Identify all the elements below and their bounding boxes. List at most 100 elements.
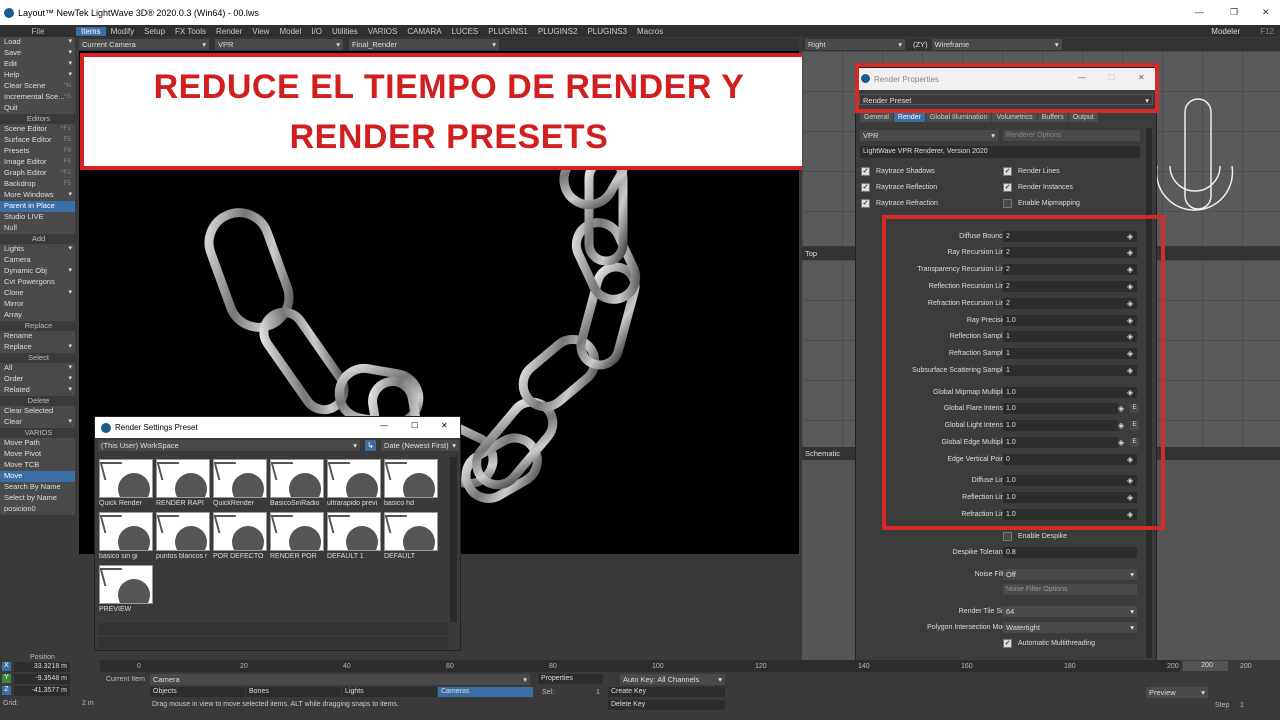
toolbar-button[interactable]: Surface Editor F5: [0, 135, 75, 146]
preset-thumbnail[interactable]: [384, 459, 438, 498]
toolbar-button[interactable]: Camera: [0, 255, 75, 266]
toolbar-button[interactable]: Dynamic Obj ▾: [0, 266, 75, 277]
toolbar-button[interactable]: All ▾: [0, 363, 75, 374]
lights-button[interactable]: Lights: [342, 687, 437, 697]
toolbar-button[interactable]: More Windows ▾: [0, 190, 75, 201]
toolbar-button[interactable]: Move Path: [0, 438, 75, 449]
renderer-options-button[interactable]: Renderer Options: [1003, 130, 1140, 141]
preset-thumbnail[interactable]: [213, 512, 267, 551]
modeler-button[interactable]: Modeler: [1211, 27, 1240, 36]
checkbox[interactable]: ✓: [861, 199, 870, 208]
preset-dropdown[interactable]: Final_Render: [349, 39, 499, 50]
renderer-dropdown[interactable]: VPR: [860, 130, 998, 141]
render-tab[interactable]: Render: [893, 113, 925, 122]
current-frame[interactable]: 200: [1183, 661, 1228, 671]
polygon-intersection-field[interactable]: Watertight: [1003, 622, 1137, 633]
timeline-track[interactable]: [100, 660, 1180, 672]
render-tab[interactable]: Volumetrics: [992, 113, 1037, 122]
checkbox-row[interactable]: ✓ Render Lines: [1003, 165, 1143, 179]
toolbar-button[interactable]: Move TCB: [0, 460, 75, 471]
toolbar-button[interactable]: Quit: [0, 103, 75, 114]
toolbar-button[interactable]: Clone ▾: [0, 288, 75, 299]
checkbox[interactable]: [1003, 532, 1012, 541]
toolbar-button[interactable]: Load ▾: [0, 37, 75, 48]
enable-despike-row[interactable]: Enable Despike: [1003, 530, 1143, 544]
menu-tab[interactable]: FX Tools: [170, 27, 211, 36]
toolbar-button[interactable]: Edit ▾: [0, 59, 75, 70]
despike-tolerance-field[interactable]: 0.8: [1003, 547, 1137, 558]
toolbar-button[interactable]: Cvt Powergons: [0, 277, 75, 288]
menu-tab[interactable]: I/O: [306, 27, 327, 36]
preset-thumbnail[interactable]: [384, 512, 438, 551]
toolbar-button[interactable]: Clear Scene ^N: [0, 81, 75, 92]
render-tab[interactable]: General: [860, 113, 893, 122]
checkbox-row[interactable]: ✓ Render Instances: [1003, 181, 1143, 195]
preset-thumbnail[interactable]: [99, 459, 153, 498]
mode-dropdown[interactable]: VPR: [215, 39, 343, 50]
checkbox[interactable]: [1003, 199, 1012, 208]
menu-tab[interactable]: Modify: [106, 27, 140, 36]
preset-thumbnail[interactable]: [213, 459, 267, 498]
close-icon[interactable]: ✕: [441, 421, 448, 430]
menu-tab[interactable]: Macros: [632, 27, 668, 36]
checkbox[interactable]: ✓: [861, 183, 870, 192]
sort-dropdown[interactable]: Date (Newest First): [381, 440, 459, 451]
cameras-button[interactable]: Cameras: [438, 687, 533, 697]
checkbox-row[interactable]: ✓ Raytrace Refraction: [861, 197, 1001, 211]
checkbox[interactable]: ✓: [1003, 167, 1012, 176]
toolbar-button[interactable]: Incremental Sce... ^S: [0, 92, 75, 103]
render-tab[interactable]: Output: [1068, 113, 1098, 122]
objects-button[interactable]: Objects: [150, 687, 245, 697]
menu-tab[interactable]: Items: [76, 26, 106, 36]
menu-tab[interactable]: LUCES: [447, 27, 484, 36]
menu-tab[interactable]: VARIOS: [363, 27, 403, 36]
render-tab[interactable]: Global Illumination: [925, 113, 992, 122]
toolbar-button[interactable]: Move Pivot: [0, 449, 75, 460]
toolbar-button[interactable]: Parent in Place: [0, 201, 75, 212]
file-menu[interactable]: File: [0, 27, 76, 36]
toolbar-button[interactable]: Clear ▾: [0, 417, 75, 428]
menu-tab[interactable]: Utilities: [327, 27, 363, 36]
delete-key-button[interactable]: Delete Key: [608, 700, 725, 710]
toolbar-button[interactable]: Clear Selected: [0, 406, 75, 417]
minimize-icon[interactable]: —: [1195, 7, 1204, 17]
toolbar-button[interactable]: Mirror: [0, 299, 75, 310]
toolbar-button[interactable]: Help ▾: [0, 70, 75, 81]
toolbar-button[interactable]: Move: [0, 471, 75, 482]
folder-icon[interactable]: ↳: [365, 440, 376, 451]
preset-thumbnail[interactable]: [99, 565, 153, 604]
auto-multithreading-row[interactable]: ✓ Automatic Multithreading: [1003, 637, 1143, 651]
render-tile-size-field[interactable]: 64: [1003, 606, 1137, 617]
preset-thumbnail[interactable]: [327, 459, 381, 498]
x-position[interactable]: 33.3218 m: [14, 662, 70, 672]
noise-filter-field[interactable]: Off: [1003, 569, 1137, 580]
camera-dropdown[interactable]: Current Camera: [79, 39, 209, 50]
bones-button[interactable]: Bones: [246, 687, 341, 697]
menu-tab[interactable]: PLUGINS1: [483, 27, 533, 36]
toolbar-button[interactable]: Select by Name: [0, 493, 75, 504]
noise-filter-options-button[interactable]: Noise Filter Options: [1003, 584, 1137, 595]
toolbar-button[interactable]: Backdrop F5: [0, 179, 75, 190]
menu-tab[interactable]: Render: [211, 27, 247, 36]
menu-tab[interactable]: View: [247, 27, 274, 36]
toolbar-button[interactable]: Replace ▾: [0, 342, 75, 353]
toolbar-button[interactable]: Related ▾: [0, 385, 75, 396]
preset-thumbnail[interactable]: [156, 459, 210, 498]
menu-tab[interactable]: PLUGINS2: [533, 27, 583, 36]
preset-thumbnail[interactable]: [270, 459, 324, 498]
toolbar-button[interactable]: Order ▾: [0, 374, 75, 385]
toolbar-button[interactable]: Save ▾: [0, 48, 75, 59]
view-dropdown[interactable]: Right: [805, 39, 905, 50]
autokey-dropdown[interactable]: Auto Key: All Channels: [620, 674, 725, 685]
y-position[interactable]: -9.3548 m: [14, 674, 70, 684]
preset-thumbnail[interactable]: [327, 512, 381, 551]
render-tab[interactable]: Buffers: [1037, 113, 1068, 122]
toolbar-button[interactable]: posicion0: [0, 504, 75, 515]
checkbox[interactable]: ✓: [1003, 639, 1012, 648]
close-icon[interactable]: ✕: [1262, 7, 1270, 18]
preset-thumbnail[interactable]: [270, 512, 324, 551]
toolbar-button[interactable]: Lights ▾: [0, 244, 75, 255]
create-key-button[interactable]: Create Key: [608, 687, 725, 697]
preset-source-dropdown[interactable]: (This User) WorkSpace: [98, 440, 360, 451]
preview-dropdown[interactable]: Preview: [1146, 687, 1208, 698]
